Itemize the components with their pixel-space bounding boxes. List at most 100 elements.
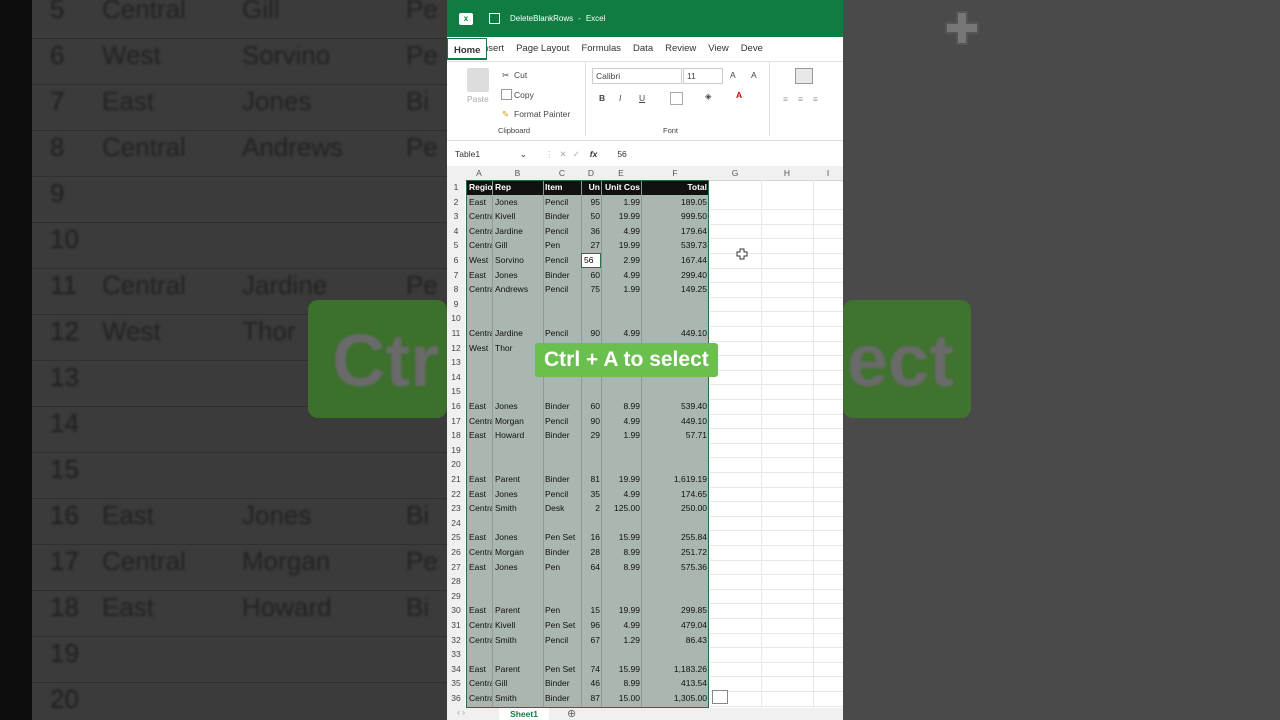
row-number[interactable]: 22 — [447, 487, 465, 502]
sheet-tab-sheet1[interactable]: Sheet1 — [499, 708, 549, 720]
row-number[interactable]: 31 — [447, 618, 465, 633]
font-name-dropdown[interactable]: Calibri — [592, 68, 682, 84]
row-number[interactable]: 19 — [447, 443, 465, 458]
background-row: 7 East Jones Bi — [32, 84, 447, 131]
tab-review[interactable]: Review — [659, 37, 702, 61]
row-number[interactable]: 14 — [447, 370, 465, 385]
left-dark-strip — [0, 0, 32, 720]
background-row-number: 6 — [50, 40, 65, 70]
column-headers: ABCDEFGHI — [447, 166, 843, 181]
bold-button[interactable]: B — [599, 93, 605, 103]
row-number[interactable]: 6 — [447, 253, 465, 268]
tab-formulas[interactable]: Formulas — [575, 37, 627, 61]
row-number[interactable]: 16 — [447, 399, 465, 414]
row-number[interactable]: 2 — [447, 195, 465, 210]
row-number[interactable]: 35 — [447, 676, 465, 691]
row-number[interactable]: 20 — [447, 457, 465, 472]
underline-button[interactable]: U — [639, 93, 645, 103]
background-cell: Jardine — [242, 270, 328, 300]
column-header-b[interactable]: B — [492, 166, 543, 180]
column-header-c[interactable]: C — [543, 166, 581, 180]
formula-input[interactable]: 56 — [617, 149, 626, 159]
row-number[interactable]: 8 — [447, 282, 465, 297]
row-number[interactable]: 4 — [447, 224, 465, 239]
row-number[interactable]: 3 — [447, 209, 465, 224]
row-number[interactable]: 5 — [447, 238, 465, 253]
alignment-icons[interactable]: ≡≡≡ — [783, 94, 828, 104]
paste-label[interactable]: Paste — [467, 94, 489, 104]
row-number[interactable]: 33 — [447, 647, 465, 662]
row-number[interactable]: 30 — [447, 603, 465, 618]
quick-analysis-icon[interactable] — [712, 690, 728, 704]
cut-icon[interactable]: ✂ — [502, 70, 509, 81]
column-header-a[interactable]: A — [466, 166, 492, 180]
row-number[interactable]: 11 — [447, 326, 465, 341]
cut-button[interactable]: Cut — [514, 70, 527, 80]
row-number[interactable]: 21 — [447, 472, 465, 487]
background-row-number: 13 — [50, 362, 79, 392]
row-number[interactable]: 12 — [447, 341, 465, 356]
file-name: DeleteBlankRows — [510, 14, 574, 23]
fill-color-icon[interactable]: ◈ — [705, 91, 712, 102]
row-gridline — [710, 705, 843, 707]
column-header-d[interactable]: D — [581, 166, 601, 180]
row-number[interactable]: 34 — [447, 662, 465, 677]
tab-data[interactable]: Data — [627, 37, 659, 61]
row-number[interactable]: 23 — [447, 501, 465, 516]
background-cell: Pe — [406, 132, 438, 162]
row-number[interactable]: 28 — [447, 574, 465, 589]
row-number[interactable]: 25 — [447, 530, 465, 545]
paste-icon[interactable] — [467, 68, 489, 92]
background-row-number: 7 — [50, 86, 65, 116]
background-cell: Gill — [242, 0, 280, 24]
format-painter-icon[interactable]: ✎ — [502, 109, 509, 120]
row-number[interactable]: 18 — [447, 428, 465, 443]
row-number[interactable]: 36 — [447, 691, 465, 706]
row-number[interactable]: 13 — [447, 355, 465, 370]
align-middle-icon[interactable] — [795, 68, 813, 84]
tab-deve[interactable]: Deve — [735, 37, 769, 61]
tab-view[interactable]: View — [702, 37, 734, 61]
row-number[interactable]: 29 — [447, 589, 465, 604]
increase-font-icon[interactable]: A — [730, 70, 736, 80]
row-number[interactable]: 7 — [447, 268, 465, 283]
row-number[interactable]: 26 — [447, 545, 465, 560]
font-size-dropdown[interactable]: 11 — [683, 68, 723, 84]
name-box[interactable]: Table1 ⌄ — [455, 149, 527, 160]
insert-function-icon[interactable]: fx — [590, 149, 598, 159]
italic-button[interactable]: I — [619, 93, 621, 103]
column-header-h[interactable]: H — [761, 166, 813, 180]
format-painter-button[interactable]: Format Painter — [514, 109, 570, 119]
copy-button[interactable]: Copy — [514, 90, 534, 100]
background-cell: Pe — [406, 270, 438, 300]
tab-home[interactable]: Home — [447, 38, 488, 60]
row-number[interactable]: 15 — [447, 384, 465, 399]
background-row-number: 19 — [50, 638, 79, 668]
decrease-font-icon[interactable]: A — [751, 70, 757, 80]
row-number[interactable]: 10 — [447, 311, 465, 326]
borders-icon[interactable] — [670, 92, 683, 105]
row-number[interactable]: 9 — [447, 297, 465, 312]
row-number[interactable]: 17 — [447, 414, 465, 429]
sheet-nav-arrows[interactable]: ‹ › — [457, 707, 465, 717]
background-row-number: 18 — [50, 592, 79, 622]
save-icon[interactable] — [489, 13, 500, 24]
worksheet-grid[interactable]: ABCDEFGHI 1RegionRepItemUnUnit CosTotal2… — [447, 166, 843, 708]
row-number[interactable]: 32 — [447, 633, 465, 648]
column-header-i[interactable]: I — [813, 166, 843, 180]
font-color-icon[interactable]: A — [736, 90, 742, 100]
copy-icon[interactable] — [501, 89, 512, 100]
row-number[interactable]: 24 — [447, 516, 465, 531]
tab-page-layout[interactable]: Page Layout — [510, 37, 575, 61]
column-header-e[interactable]: E — [601, 166, 641, 180]
row-number[interactable]: 27 — [447, 560, 465, 575]
row-number[interactable]: 1 — [447, 180, 465, 195]
sheet-tab-bar: ‹ › Sheet1 ⊕ — [447, 707, 843, 720]
background-cell: West — [102, 316, 161, 346]
cancel-enter-icons[interactable]: ⋮✕✓ — [545, 149, 586, 160]
background-row-number: 12 — [50, 316, 79, 346]
font-group-label: Font — [663, 126, 679, 135]
column-header-f[interactable]: F — [641, 166, 709, 180]
column-header-g[interactable]: G — [709, 166, 761, 180]
add-sheet-icon[interactable]: ⊕ — [567, 707, 576, 720]
